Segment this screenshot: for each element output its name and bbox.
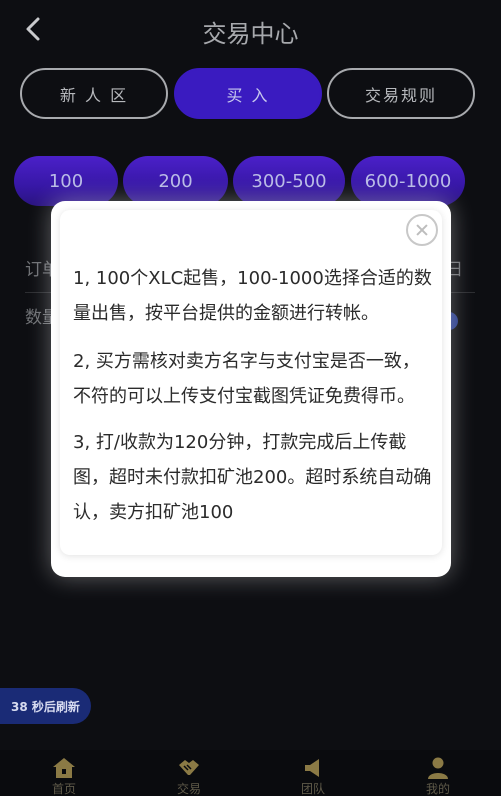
tabbar-item-team[interactable]: 团队: [263, 750, 363, 796]
rule-item: 3, 打/收款为120分钟，打款完成后上传截图，超时未付款扣矿池200。超时系统…: [73, 432, 432, 523]
rules-modal: 1, 100个XLC起售，100-1000选择合适的数量出售，按平台提供的金额进…: [51, 201, 451, 577]
handshake-icon: [179, 760, 199, 775]
refresh-countdown[interactable]: 38 秒后刷新: [0, 688, 91, 724]
rule-item: 1, 100个XLC起售，100-1000选择合适的数量出售，按平台提供的金额进…: [73, 268, 432, 324]
tabbar-label: 团队: [300, 782, 325, 796]
close-button[interactable]: [406, 214, 438, 246]
user-icon: [428, 757, 448, 779]
tabbar-label: 我的: [425, 782, 450, 796]
rule-item: 2, 买方需核对卖方名字与支付宝是否一致，不符的可以上传支付宝截图凭证免费得币。: [73, 351, 420, 407]
tabbar-label: 首页: [51, 782, 76, 796]
home-icon: [53, 758, 75, 778]
bottom-tabbar: 首页 交易 团队 我的: [0, 750, 501, 796]
tabbar-item-trade[interactable]: 交易: [139, 750, 239, 796]
tabbar-item-home[interactable]: 首页: [14, 750, 114, 796]
tabbar-label: 交易: [176, 782, 201, 796]
megaphone-icon: [305, 759, 319, 777]
tabbar-item-mine[interactable]: 我的: [388, 750, 488, 796]
